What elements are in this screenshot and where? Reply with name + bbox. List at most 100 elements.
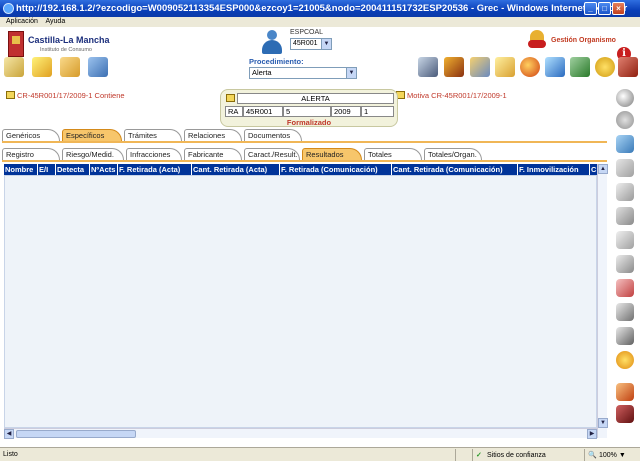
related-record-right[interactable]: Motiva CR-45R001/17/2009-1 xyxy=(396,91,507,100)
horizontal-scrollbar[interactable]: ◀ ▶ xyxy=(4,428,597,439)
record-year: 2009 xyxy=(331,106,361,117)
org-label[interactable]: Gestión Organismo xyxy=(551,37,616,44)
chevron-down-icon: ▼ xyxy=(346,68,356,78)
chevron-down-icon: ▼ xyxy=(321,39,331,49)
pages-icon[interactable] xyxy=(616,183,634,201)
tab-infracciones[interactable]: Infracciones xyxy=(126,148,182,160)
tab-riesgo-medidas[interactable]: Riesgo/Medid. xyxy=(62,148,124,160)
search-icon[interactable] xyxy=(545,57,565,77)
back-icon[interactable] xyxy=(616,111,634,129)
menu-bar: Aplicación Ayuda xyxy=(0,17,640,27)
window-title: http://192.168.1.2/?ezcodigo=W0090521133… xyxy=(16,3,628,14)
office-select[interactable]: 45R001 ▼ xyxy=(290,38,332,50)
col-nacts[interactable]: NºActs xyxy=(90,164,118,175)
minimize-button[interactable]: _ xyxy=(584,2,597,15)
status-text: Listo xyxy=(3,451,18,458)
organism-icon[interactable] xyxy=(528,30,546,48)
procedure-select[interactable]: Alerta ▼ xyxy=(249,67,357,79)
procedure-label: Procedimiento: xyxy=(249,57,304,66)
tab-documentos[interactable]: Documentos xyxy=(244,129,302,141)
tabs-primary: Genéricos Específicos Trámites Relacione… xyxy=(2,129,607,141)
tab-genericos[interactable]: Genéricos xyxy=(2,129,60,141)
tab-tramites[interactable]: Trámites xyxy=(124,129,182,141)
chart-icon[interactable] xyxy=(495,57,515,77)
tools-icon[interactable] xyxy=(570,57,590,77)
browser-icon xyxy=(3,3,14,14)
scroll-up-icon[interactable]: ▲ xyxy=(598,164,608,174)
zoom-icon: 🔍 xyxy=(588,452,597,459)
tabs-divider xyxy=(2,160,607,162)
tabs-divider xyxy=(2,141,607,143)
record-status: Formalizado xyxy=(286,118,332,127)
clipboard-icon[interactable] xyxy=(4,57,24,77)
forward-icon[interactable] xyxy=(616,135,634,153)
logo-subtitle: Instituto de Consumo xyxy=(40,47,92,53)
right-toolbar xyxy=(609,87,640,441)
col-cant-retirada-acta[interactable]: Cant. Retirada (Acta) xyxy=(192,164,280,175)
col-f-retirada-comunicacion[interactable]: F. Retirada (Comunicación) xyxy=(280,164,392,175)
scroll-down-icon[interactable]: ▼ xyxy=(598,418,608,428)
magnify-icon[interactable] xyxy=(616,89,634,107)
delete-icon[interactable] xyxy=(616,383,634,401)
layers-icon[interactable] xyxy=(616,159,634,177)
lock-icon xyxy=(455,449,470,461)
tab-resultados[interactable]: Resultados xyxy=(302,148,362,160)
tab-registro[interactable]: Registro xyxy=(2,148,60,160)
logo-title: Castilla-La Mancha xyxy=(28,35,110,45)
folder-icon[interactable] xyxy=(60,57,80,77)
alert-record-box: ALERTA RA 45R001 5 2009 1 Formalizado xyxy=(220,89,398,127)
tabs-secondary: Registro Riesgo/Medid. Infracciones Fabr… xyxy=(2,148,607,160)
record-office: 45R001 xyxy=(243,106,283,117)
maximize-button[interactable]: □ xyxy=(598,2,611,15)
menu-ayuda[interactable]: Ayuda xyxy=(45,18,65,25)
record-seq: 1 xyxy=(361,106,394,117)
grid-body xyxy=(4,175,597,428)
col-detecta[interactable]: Detecta xyxy=(56,164,90,175)
star-icon[interactable] xyxy=(616,351,634,369)
menu-aplicacion[interactable]: Aplicación xyxy=(6,18,38,25)
col-cant-retirada-comunicacion[interactable]: Cant. Retirada (Comunicación) xyxy=(392,164,518,175)
clip-icon[interactable] xyxy=(616,279,634,297)
security-zone[interactable]: ✓ Sitios de confianza xyxy=(472,449,582,461)
tab-caract-result[interactable]: Caract./Result. xyxy=(244,148,300,160)
col-f-inmovilizacion[interactable]: F. Inmovilización xyxy=(518,164,590,175)
col-c[interactable]: C xyxy=(590,164,597,175)
folder-star-icon[interactable] xyxy=(32,57,52,77)
tab-totales[interactable]: Totales xyxy=(364,148,422,160)
tab-fabricante[interactable]: Fabricante xyxy=(184,148,242,160)
cards-icon[interactable] xyxy=(88,57,108,77)
car-icon[interactable] xyxy=(616,405,634,423)
alert-title: ALERTA xyxy=(237,93,394,104)
globe-icon[interactable] xyxy=(520,57,540,77)
status-bar: Listo ✓ Sitios de confianza 🔍 100% ▼ xyxy=(0,447,640,461)
exit-icon[interactable] xyxy=(618,57,638,77)
tab-relaciones[interactable]: Relaciones xyxy=(184,129,242,141)
copy-icon[interactable] xyxy=(616,231,634,249)
scroll-thumb[interactable] xyxy=(16,430,136,438)
font-icon[interactable] xyxy=(616,327,634,345)
gear-icon[interactable] xyxy=(595,57,615,77)
printer-icon[interactable] xyxy=(616,303,634,321)
coat-of-arms-logo xyxy=(8,31,24,57)
user-icon xyxy=(260,30,284,54)
record-icon xyxy=(6,91,15,99)
col-nombre[interactable]: Nombre xyxy=(4,164,38,175)
tab-totales-organ[interactable]: Totales/Organ. xyxy=(424,148,482,160)
close-button[interactable]: × xyxy=(612,2,625,15)
scroll-right-icon[interactable]: ▶ xyxy=(587,429,597,439)
user-name: ESPCOAL xyxy=(290,29,324,36)
tab-especificos[interactable]: Específicos xyxy=(62,129,122,141)
zoom-control[interactable]: 🔍 100% ▼ xyxy=(584,449,640,461)
vertical-scrollbar[interactable]: ▲ ▼ xyxy=(597,164,608,438)
record-number: 5 xyxy=(283,106,331,117)
network-icon[interactable] xyxy=(470,57,490,77)
scroll-left-icon[interactable]: ◀ xyxy=(4,429,14,439)
stack-icon[interactable] xyxy=(616,207,634,225)
col-f-retirada-acta[interactable]: F. Retirada (Acta) xyxy=(118,164,192,175)
col-ei[interactable]: E/I xyxy=(38,164,56,175)
laptop-icon[interactable] xyxy=(418,57,438,77)
check-icon: ✓ xyxy=(476,452,482,459)
books-icon[interactable] xyxy=(444,57,464,77)
print-icon[interactable] xyxy=(616,255,634,273)
related-record-left[interactable]: CR-45R001/17/2009-1 Contiene xyxy=(6,91,125,100)
